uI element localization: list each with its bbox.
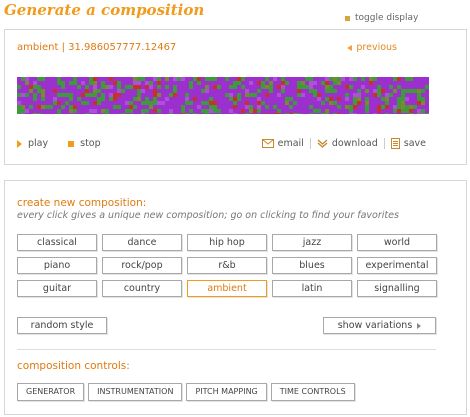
section-divider <box>17 349 436 350</box>
style-button[interactable]: world <box>357 234 437 251</box>
composition-control-button[interactable]: TIME CONTROLS <box>270 383 355 401</box>
save-document-icon <box>390 138 400 149</box>
style-button[interactable]: rock/pop <box>102 257 182 274</box>
stop-icon <box>68 140 75 147</box>
style-button[interactable]: experimental <box>357 257 437 274</box>
composition-visualization <box>17 77 429 114</box>
style-button[interactable]: country <box>102 280 182 297</box>
composition-controls-row: GENERATOR INSTRUMENTATION PITCH MAPPING TIM… <box>17 383 355 401</box>
email-button[interactable]: email <box>256 138 310 149</box>
previous-link[interactable]: previous <box>347 42 397 53</box>
composition-title: ambient | 31.986057777.12467 <box>17 42 177 53</box>
style-button[interactable]: hip hop <box>187 234 267 251</box>
show-variations-button[interactable]: show variations <box>323 317 436 334</box>
style-button[interactable]: ambient <box>187 280 267 297</box>
download-label: download <box>331 138 378 149</box>
create-section-title: create new composition: <box>17 197 147 209</box>
composition-control-button[interactable]: INSTRUMENTATION <box>88 383 183 401</box>
create-section-subtitle: every click gives a unique new compositi… <box>17 210 399 221</box>
download-icon <box>317 139 328 148</box>
style-button-grid: classical dance hip hop jazz world piano rock/… <box>17 234 437 297</box>
triangle-left-icon <box>347 44 353 51</box>
style-button[interactable]: dance <box>102 234 182 251</box>
style-button[interactable]: guitar <box>17 280 97 297</box>
previous-label: previous <box>356 42 397 53</box>
play-icon <box>17 139 22 148</box>
page-title: Generate a composition <box>4 1 205 19</box>
play-label: play <box>28 138 49 149</box>
style-button[interactable]: piano <box>17 257 97 274</box>
player-panel: ambient | 31.986057777.12467 previous pl… <box>4 29 467 165</box>
style-button[interactable]: signalling <box>357 280 437 297</box>
save-label: save <box>403 138 426 149</box>
play-button[interactable]: play <box>17 138 48 149</box>
composition-control-button[interactable]: PITCH MAPPING <box>186 383 267 401</box>
toggle-display-label: toggle display <box>355 13 419 23</box>
stop-label: stop <box>80 138 101 149</box>
download-button[interactable]: download <box>309 138 384 149</box>
style-button[interactable]: jazz <box>272 234 352 251</box>
random-style-button[interactable]: random style <box>17 317 107 334</box>
envelope-icon <box>261 139 274 148</box>
toggle-display-link[interactable]: toggle display <box>345 13 418 23</box>
composition-control-button[interactable]: GENERATOR <box>17 383 85 401</box>
show-variations-label: show variations <box>337 320 413 331</box>
visualization-pattern <box>17 77 429 114</box>
style-button[interactable]: blues <box>272 257 352 274</box>
square-bullet-icon <box>345 15 350 21</box>
triangle-right-icon <box>417 322 422 329</box>
stop-button[interactable]: stop <box>68 138 101 149</box>
style-button[interactable]: classical <box>17 234 97 251</box>
controls-section-title: composition controls: <box>17 360 130 372</box>
email-label: email <box>277 138 304 149</box>
style-button[interactable]: r&b <box>187 257 267 274</box>
style-button[interactable]: latin <box>272 280 352 297</box>
save-button[interactable]: save <box>383 138 432 149</box>
create-composition-panel: create new composition: every click give… <box>4 180 467 415</box>
